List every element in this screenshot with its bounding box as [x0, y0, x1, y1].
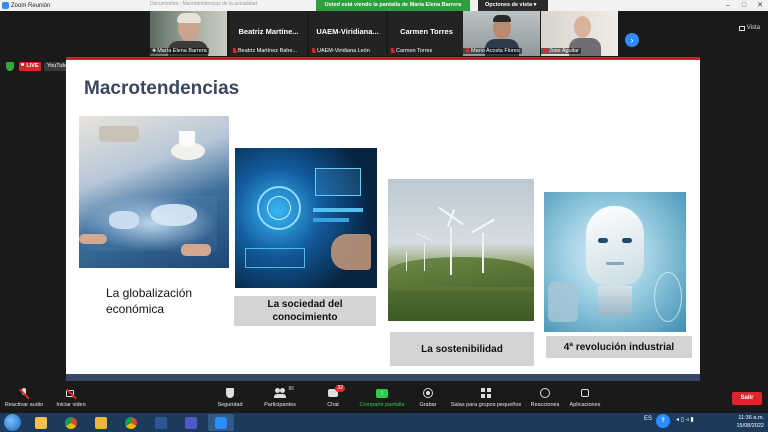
leave-meeting-button[interactable]: Salir: [732, 392, 762, 405]
participant-face: [573, 16, 591, 38]
participant-tile-viridiana[interactable]: UAEM-Viridiana... UAEM-Viridiana León: [309, 11, 386, 56]
taskbar-app-folder[interactable]: [88, 414, 114, 431]
participant-display-name: Beatriz Martíne...: [238, 27, 299, 36]
participant-tile-maria[interactable]: ✚ María Elena Barrera: [150, 11, 227, 56]
participants-count: 86: [288, 386, 294, 392]
minimize-button[interactable]: –: [720, 0, 736, 11]
windows-taskbar: [0, 413, 768, 432]
participant-name: UAEM-Viridiana León: [309, 48, 370, 54]
participant-name: ✚ María Elena Barrera: [150, 48, 209, 54]
clock-time: 11:36 a.m.: [738, 415, 764, 421]
item-label-globalization: La globalización económica: [106, 286, 193, 316]
view-button[interactable]: Vista: [738, 25, 760, 31]
apps-icon: [579, 388, 591, 399]
taskbar-app-explorer[interactable]: [28, 414, 54, 431]
chat-button[interactable]: 32 Chat: [320, 384, 346, 413]
participants-icon: 86: [274, 386, 294, 399]
mic-muted-icon: [232, 48, 237, 54]
folder-icon: [35, 416, 47, 429]
wind-turbines-image: [388, 179, 534, 321]
chrome-icon: [65, 416, 77, 429]
shield-icon: [224, 388, 236, 399]
language-indicator[interactable]: ES: [644, 416, 652, 422]
share-screen-icon: ↑: [376, 388, 388, 399]
record-icon: [422, 388, 434, 399]
robot-ai-image: [544, 192, 686, 332]
participant-hair: [176, 13, 201, 23]
slide-title: Macrotendencias: [84, 78, 240, 99]
chrome-icon: [125, 416, 137, 429]
zoom-video-icon: [215, 416, 227, 429]
window-title: Zoom Reunión: [11, 2, 51, 9]
security-shield-icon[interactable]: [6, 62, 14, 71]
mic-muted-icon: [311, 48, 316, 54]
mic-muted-icon: [465, 48, 470, 54]
participant-gallery: ✚ María Elena Barrera Beatriz Martíne...…: [0, 11, 768, 57]
start-video-button[interactable]: Iniciar video: [52, 384, 90, 413]
taskbar-app-chrome-2[interactable]: [118, 414, 144, 431]
word-icon: [155, 416, 167, 429]
security-button[interactable]: Seguridad: [210, 384, 250, 413]
mic-muted-icon: [390, 48, 395, 54]
participant-tile-beatriz[interactable]: Beatriz Martíne... Beatriz Martínez Bahe…: [230, 11, 307, 56]
folder-icon: [95, 416, 107, 429]
system-tray-icons[interactable]: ◂ ▯ ◃ ▮: [676, 416, 694, 423]
unmute-audio-button[interactable]: Reactivar audio: [2, 384, 46, 413]
smiley-icon: [539, 388, 551, 399]
zoom-logo-icon: [2, 2, 9, 9]
participant-name: Beatriz Martínez Bahe...: [230, 48, 297, 54]
taskbar-app-zoom[interactable]: [208, 414, 234, 431]
participant-tile-carmen[interactable]: Carmen Torres Carmen Torres: [388, 11, 465, 56]
participant-tile-mario[interactable]: Mario Acosta Flores: [463, 11, 540, 56]
slide-bottom-bar: [66, 374, 700, 381]
teams-icon: [185, 416, 197, 429]
chevron-right-icon: ›: [630, 35, 634, 45]
item-label-sustainability: La sostenibilidad: [390, 332, 534, 366]
share-screen-button[interactable]: ↑ Compartir pantalla: [356, 384, 408, 413]
help-icon[interactable]: ?: [656, 414, 670, 428]
participant-tile-jose[interactable]: Jose Aguilar: [541, 11, 618, 56]
live-badge[interactable]: LIVE: [19, 62, 41, 71]
taskbar-app-chrome[interactable]: [58, 414, 84, 431]
close-button[interactable]: ✕: [752, 0, 768, 11]
meeting-toolbar: Reactivar audio Iniciar video Seguridad …: [0, 384, 768, 413]
participant-name: Jose Aguilar: [541, 48, 581, 54]
chat-unread-badge: 32: [335, 385, 345, 392]
start-button[interactable]: [4, 414, 21, 431]
video-off-icon: [65, 388, 77, 399]
grid-view-icon: [738, 25, 745, 31]
pin-icon: ✚: [152, 48, 157, 54]
chat-bubble-icon: 32: [327, 385, 345, 399]
taskbar-clock[interactable]: 11:36 a.m. 15/08/2022: [720, 414, 764, 430]
breakout-rooms-button[interactable]: Salas para grupos pequeños: [448, 384, 524, 413]
mic-muted-icon: [543, 48, 548, 54]
breakout-rooms-icon: [480, 388, 492, 399]
participant-display-name: Carmen Torres: [400, 27, 453, 36]
mic-muted-icon: [18, 388, 30, 399]
background-document-title: Documentos - Macrotendencias de la actua…: [150, 1, 258, 7]
digital-interface-image: [235, 148, 377, 288]
apps-button[interactable]: Aplicaciones: [566, 384, 604, 413]
participant-name: Mario Acosta Flores: [463, 48, 522, 54]
participant-name: Carmen Torres: [388, 48, 432, 54]
view-options-button[interactable]: Opciones de vista ▾: [478, 0, 548, 11]
maximize-button[interactable]: □: [736, 0, 752, 11]
next-page-button[interactable]: ›: [625, 33, 639, 47]
taskbar-app-word[interactable]: [148, 414, 174, 431]
reactions-button[interactable]: Reacciones: [528, 384, 562, 413]
participant-hair: [492, 15, 511, 22]
taskbar-app-teams[interactable]: [178, 414, 204, 431]
app-title: Zoom Reunión: [0, 2, 50, 9]
participant-display-name: UAEM-Viridiana...: [316, 27, 379, 36]
item-label-industrial-revolution: 4ª revolución industrial: [546, 336, 692, 358]
world-map-business-image: [79, 116, 229, 268]
item-label-knowledge-society: La sociedad del conocimiento: [234, 296, 376, 326]
clock-date: 15/08/2022: [736, 423, 764, 429]
screen-share-banner: Usted está viendo la pantalla de María E…: [316, 0, 470, 11]
participants-button[interactable]: 86 Participantes: [258, 384, 302, 413]
record-button[interactable]: Grabar: [416, 384, 440, 413]
